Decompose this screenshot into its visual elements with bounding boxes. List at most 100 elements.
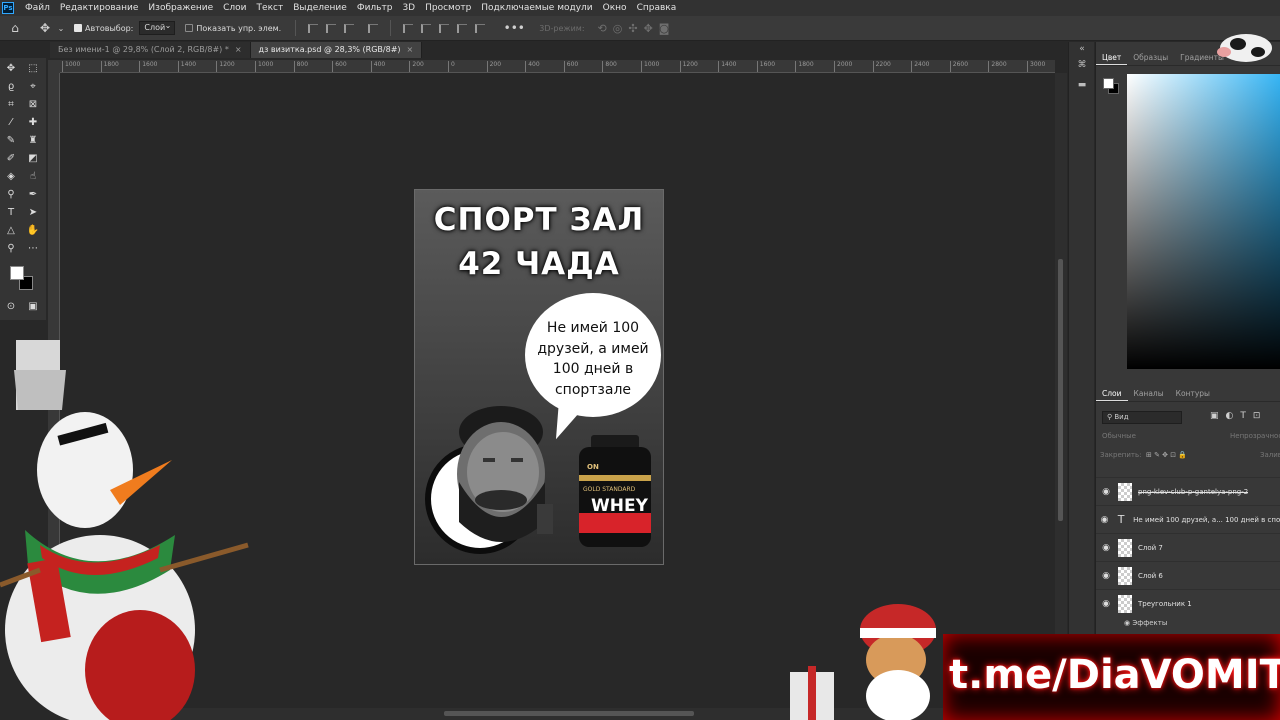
layer-row[interactable]: ◉ Слой 6 [1096, 561, 1280, 589]
history-brush-tool-icon[interactable]: ✐ [3, 152, 19, 166]
more-options-icon[interactable]: ••• [503, 21, 525, 35]
quick-mask-icon[interactable]: ⊙ [3, 300, 19, 314]
color-picker-field[interactable] [1127, 74, 1280, 369]
distribute-top-icon[interactable] [403, 23, 414, 33]
align-center-icon[interactable] [326, 23, 337, 33]
hand-tool-icon[interactable]: ✋ [25, 224, 41, 238]
menu-plugins[interactable]: Подключаемые модули [476, 0, 597, 16]
menu-3d[interactable]: 3D [397, 0, 420, 16]
panel-foreground-swatch[interactable] [1103, 78, 1114, 89]
clone-stamp-tool-icon[interactable]: ♜ [25, 134, 41, 148]
3d-orbit-icon[interactable]: ⟲ [598, 22, 607, 35]
align-left-icon[interactable] [308, 23, 319, 33]
align-right-icon[interactable] [344, 23, 355, 33]
tab-untitled-1[interactable]: Без имени-1 @ 29,8% (Слой 2, RGB/8#) * × [50, 42, 251, 58]
home-icon[interactable]: ⌂ [4, 21, 26, 35]
layer-name[interactable]: Слой 6 [1138, 572, 1163, 580]
layer-name[interactable]: Слой 7 [1138, 544, 1163, 552]
menu-image[interactable]: Изображение [143, 0, 218, 16]
document-canvas[interactable]: СПОРТ ЗАЛ 42 ЧАДА Не имей 100 друзей, а … [414, 189, 664, 565]
tab-dz-vizitka[interactable]: дз визитка.psd @ 28,3% (RGB/8#) × [250, 42, 423, 58]
tab-channels[interactable]: Каналы [1128, 386, 1170, 401]
menu-edit[interactable]: Редактирование [55, 0, 144, 16]
move-tool-icon[interactable]: ✥ [3, 62, 19, 76]
menu-window[interactable]: Окно [598, 0, 632, 16]
scrollbar-thumb[interactable] [444, 711, 694, 716]
blend-mode-select[interactable]: Обычные [1102, 432, 1136, 440]
collapse-panels-icon[interactable]: « [1076, 44, 1088, 54]
tab-swatches[interactable]: Образцы [1127, 50, 1174, 65]
menu-file[interactable]: Файл [20, 0, 55, 16]
3d-drag-icon[interactable]: ✣ [628, 22, 637, 35]
pen-tool-icon[interactable]: ✒ [25, 188, 41, 202]
menu-view[interactable]: Просмотр [420, 0, 476, 16]
crop-tool-icon[interactable]: ⌗ [3, 98, 19, 112]
layer-effects-row[interactable]: ◉ Эффекты [1124, 619, 1167, 627]
eyedropper-tool-icon[interactable]: ⁄ [3, 116, 19, 130]
smudge-tool-icon[interactable]: ☝ [25, 170, 41, 184]
autoselect-dropdown[interactable]: Слой [139, 20, 176, 35]
layer-row[interactable]: ◉ Треугольник 1 [1096, 589, 1280, 617]
tab-color[interactable]: Цвет [1096, 50, 1128, 65]
type-tool-icon[interactable]: T [3, 206, 19, 220]
menu-select[interactable]: Выделение [288, 0, 352, 16]
lasso-tool-icon[interactable]: ϱ [3, 80, 19, 94]
distribute-vertical-icon[interactable] [475, 23, 486, 33]
distribute-middle-icon[interactable] [421, 23, 432, 33]
paint-bucket-tool-icon[interactable]: ◈ [3, 170, 19, 184]
healing-brush-tool-icon[interactable]: ✚ [25, 116, 41, 130]
vertical-scrollbar[interactable] [1055, 73, 1067, 708]
eraser-tool-icon[interactable]: ◩ [25, 152, 41, 166]
zoom-tool-icon[interactable]: ⚲ [3, 242, 19, 256]
photoshop-logo-icon[interactable]: Ps [2, 2, 14, 14]
align-bottom-icon[interactable] [368, 23, 379, 33]
distribute-bottom-icon[interactable] [439, 23, 450, 33]
document-tabs: Без имени-1 @ 29,8% (Слой 2, RGB/8#) * × … [50, 42, 1068, 58]
distribute-horizontal-icon[interactable] [457, 23, 468, 33]
layer-name[interactable]: Не имей 100 друзей, а... 100 дней в спор… [1133, 516, 1280, 524]
3d-slide-icon[interactable]: ✥ [644, 22, 653, 35]
eye-icon[interactable]: ◉ [1096, 543, 1116, 553]
menu-help[interactable]: Справка [632, 0, 682, 16]
chevron-down-icon[interactable]: ⌄ [56, 24, 66, 33]
menu-layer[interactable]: Слои [218, 0, 251, 16]
screen-mode-icon[interactable]: ▣ [25, 300, 41, 314]
comment-icon[interactable]: ▬ [1076, 80, 1088, 90]
close-icon[interactable]: × [235, 45, 242, 54]
move-tool-icon[interactable]: ✥ [34, 21, 56, 35]
layer-name[interactable]: png-klev-club-p-gantelya-png-2 [1138, 488, 1248, 496]
show-controls-checkbox[interactable] [185, 24, 194, 32]
layer-filter-icons[interactable]: ▣◐T⊡ [1210, 411, 1267, 421]
autoselect-checkbox[interactable] [74, 24, 82, 32]
layer-row[interactable]: ◉ T Не имей 100 друзей, а... 100 дней в … [1096, 505, 1280, 533]
bearded-man-image [457, 406, 553, 542]
menu-type[interactable]: Текст [252, 0, 289, 16]
eye-icon[interactable]: ◉ [1096, 487, 1116, 497]
layer-filter-dropdown[interactable]: ⚲ Вид [1102, 411, 1182, 424]
eye-icon[interactable]: ◉ [1124, 619, 1130, 627]
tab-layers[interactable]: Слои [1096, 386, 1128, 401]
frame-tool-icon[interactable]: ⊠ [25, 98, 41, 112]
scrollbar-thumb[interactable] [1058, 259, 1063, 521]
shape-tool-icon[interactable]: △ [3, 224, 19, 238]
3d-roll-icon[interactable]: ◎ [613, 22, 623, 35]
3d-scale-icon[interactable]: ◙ [659, 22, 670, 35]
layer-row[interactable]: ◉ Слой 7 [1096, 533, 1280, 561]
quick-select-tool-icon[interactable]: ⌖ [25, 80, 41, 94]
brush-tool-icon[interactable]: ✎ [3, 134, 19, 148]
path-select-tool-icon[interactable]: ➤ [25, 206, 41, 220]
lock-icons[interactable]: ⊞ ✎ ✥ ⊡ 🔒 [1146, 451, 1187, 459]
close-icon[interactable]: × [407, 45, 414, 54]
eye-icon[interactable]: ◉ [1096, 571, 1116, 581]
dodge-tool-icon[interactable]: ⚲ [3, 188, 19, 202]
foreground-color-swatch[interactable] [10, 266, 24, 280]
more-tools-icon[interactable]: ⋯ [25, 242, 41, 256]
marquee-tool-icon[interactable]: ⬚ [25, 62, 41, 76]
menu-filter[interactable]: Фильтр [352, 0, 398, 16]
layer-name[interactable]: Треугольник 1 [1138, 600, 1192, 608]
layer-row[interactable]: ◉ png-klev-club-p-gantelya-png-2 [1096, 477, 1280, 505]
tab-paths[interactable]: Контуры [1170, 386, 1216, 401]
eye-icon[interactable]: ◉ [1096, 599, 1116, 609]
history-icon[interactable]: ⌘ [1076, 60, 1088, 70]
eye-icon[interactable]: ◉ [1096, 515, 1113, 525]
